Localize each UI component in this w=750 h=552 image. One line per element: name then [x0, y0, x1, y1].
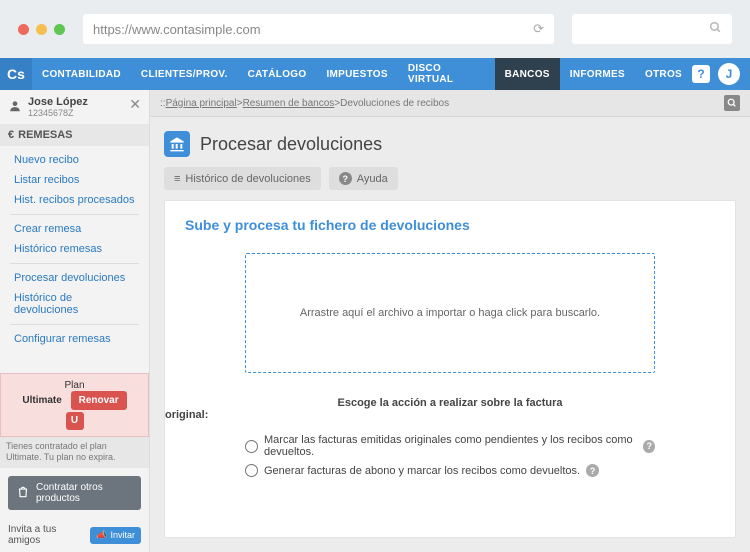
shopping-bag-icon — [16, 485, 30, 502]
sidebar-section-remesas: € REMESAS — [0, 124, 149, 146]
option-mark-pending[interactable]: Marcar las facturas emitidas originales … — [185, 431, 715, 461]
option-mark-pending-label: Marcar las facturas emitidas originales … — [264, 434, 637, 458]
list-icon: ≡ — [174, 173, 180, 185]
user-avatar[interactable]: J — [718, 63, 740, 85]
user-id: 12345678Z — [28, 108, 88, 118]
help-icon[interactable]: ? — [692, 65, 710, 83]
radio-mark-pending[interactable] — [245, 440, 258, 453]
megaphone-icon: 📣 — [96, 530, 107, 541]
contract-products-button[interactable]: Contratar otros productos — [8, 476, 141, 510]
collapse-sidebar-icon[interactable]: ✕ — [129, 96, 141, 113]
file-dropzone[interactable]: Arrastre aquí el archivo a importar o ha… — [245, 253, 655, 373]
url-text: https://www.contasimple.com — [93, 22, 261, 37]
app-logo[interactable]: Cs — [0, 58, 32, 90]
sidebar-section-label: REMESAS — [18, 129, 72, 141]
upload-panel: Sube y procesa tu fichero de devolucione… — [164, 200, 736, 538]
panel-heading: Sube y procesa tu fichero de devolucione… — [185, 217, 715, 233]
help-hint-icon[interactable]: ? — [643, 440, 655, 453]
invite-row: Invita a tus amigos 📣 Invitar — [0, 518, 149, 552]
nav-disco-virtual[interactable]: DISCO VIRTUAL — [398, 58, 495, 90]
sidebar-item-crear-remesa[interactable]: Crear remesa — [0, 219, 149, 239]
dropzone-text: Arrastre aquí el archivo a importar o ha… — [300, 307, 600, 319]
sidebar-item-listar-recibos[interactable]: Listar recibos — [0, 170, 149, 190]
ayuda-label: Ayuda — [357, 173, 388, 185]
reload-icon[interactable]: ⟳ — [533, 21, 544, 37]
nav-impuestos[interactable]: IMPUESTOS — [316, 58, 397, 90]
option-generate-credit[interactable]: Generar facturas de abono y marcar los r… — [185, 461, 715, 480]
close-window-icon[interactable] — [18, 24, 29, 35]
question-icon: ? — [339, 172, 352, 185]
minimize-window-icon[interactable] — [36, 24, 47, 35]
plan-note: Tienes contratado el plan Ultimate. Tu p… — [0, 437, 149, 468]
action-heading: Escoge la acción a realizar sobre la fac… — [185, 397, 715, 421]
radio-generate-credit[interactable] — [245, 464, 258, 477]
plan-badge-icon: U — [66, 412, 84, 430]
page-title-row: Procesar devoluciones — [150, 117, 750, 167]
invite-text: Invita a tus amigos — [8, 524, 84, 546]
crumb-home[interactable]: Página principal — [166, 98, 237, 109]
euro-icon: € — [8, 129, 14, 141]
address-bar[interactable]: https://www.contasimple.com ⟳ — [83, 14, 554, 44]
help-hint-icon[interactable]: ? — [586, 464, 599, 477]
ayuda-button[interactable]: ? Ayuda — [329, 167, 398, 190]
contract-products-label: Contratar otros productos — [36, 482, 133, 504]
nav-catalogo[interactable]: CATÁLOGO — [238, 58, 317, 90]
sidebar-item-historico-devoluciones[interactable]: Histórico de devoluciones — [0, 288, 149, 320]
crumb-current: Devoluciones de recibos — [340, 98, 449, 109]
invite-button[interactable]: 📣 Invitar — [90, 527, 141, 544]
plan-label: Plan — [64, 380, 84, 391]
sidebar-item-nuevo-recibo[interactable]: Nuevo recibo — [0, 150, 149, 170]
main-content: :: Página principal > Resumen de bancos … — [150, 90, 750, 552]
user-block[interactable]: Jose López 12345678Z ✕ — [0, 90, 149, 124]
nav-clientes[interactable]: CLIENTES/PROV. — [131, 58, 238, 90]
nav-bancos[interactable]: BANCOS — [495, 58, 560, 90]
sidebar-item-historico-remesas[interactable]: Histórico remesas — [0, 239, 149, 259]
option-generate-credit-label: Generar facturas de abono y marcar los r… — [264, 465, 580, 477]
bank-icon — [164, 131, 190, 157]
renew-button[interactable]: Renovar — [71, 391, 127, 410]
window-controls — [18, 24, 65, 35]
sidebar-item-procesar-devoluciones[interactable]: Procesar devoluciones — [0, 268, 149, 288]
nav-contabilidad[interactable]: CONTABILIDAD — [32, 58, 131, 90]
crumb-resumen-bancos[interactable]: Resumen de bancos — [243, 98, 335, 109]
nav-informes[interactable]: INFORMES — [560, 58, 635, 90]
user-name: Jose López — [28, 96, 88, 108]
invite-button-label: Invitar — [110, 530, 135, 540]
nav-otros[interactable]: OTROS — [635, 58, 692, 90]
sidebar-item-configurar-remesas[interactable]: Configurar remesas — [0, 329, 149, 349]
user-icon — [8, 99, 22, 116]
search-icon — [709, 21, 722, 37]
historico-devoluciones-button[interactable]: ≡ Histórico de devoluciones — [164, 167, 321, 190]
plan-card: Plan Ultimate Renovar U — [0, 373, 149, 437]
plan-ultimate-label: Ultimate — [22, 395, 61, 406]
toolbar: ≡ Histórico de devoluciones ? Ayuda — [150, 167, 750, 200]
browser-chrome: https://www.contasimple.com ⟳ — [0, 0, 750, 58]
top-nav: Cs CONTABILIDAD CLIENTES/PROV. CATÁLOGO … — [0, 58, 750, 90]
historico-devoluciones-label: Histórico de devoluciones — [185, 173, 310, 185]
sidebar: Jose López 12345678Z ✕ € REMESAS Nuevo r… — [0, 90, 150, 552]
page-title: Procesar devoluciones — [200, 134, 382, 155]
sidebar-item-hist-recibos[interactable]: Hist. recibos procesados — [0, 190, 149, 210]
browser-search[interactable] — [572, 14, 732, 44]
maximize-window-icon[interactable] — [54, 24, 65, 35]
breadcrumb: :: Página principal > Resumen de bancos … — [150, 90, 750, 117]
search-icon[interactable] — [724, 95, 740, 111]
